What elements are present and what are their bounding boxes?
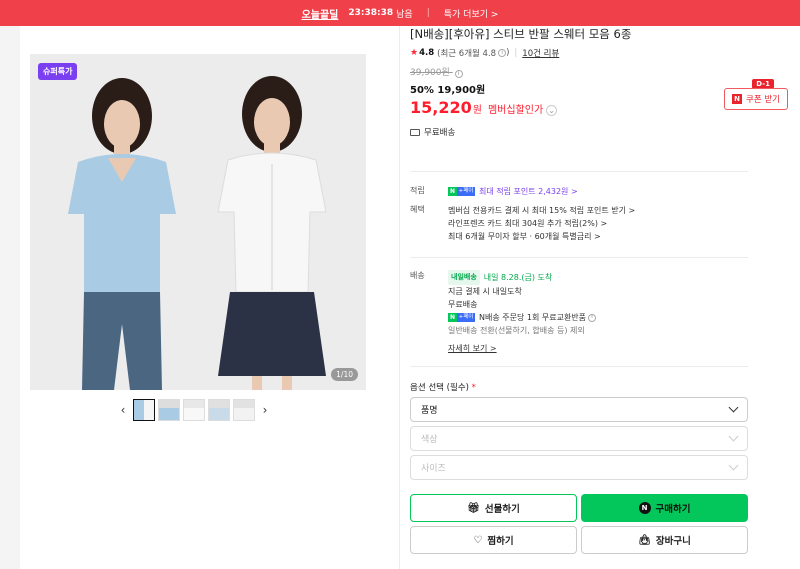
select-product-name[interactable]: 품명	[410, 397, 748, 422]
benefit-section: 적립 N +페이 최대 적립 포인트 2,432원 > 혜택 멤버십 전용카드 결제…	[410, 185, 748, 243]
select-color[interactable]: 색상	[410, 426, 748, 451]
todays-deal-label[interactable]: 오늘끝딜	[302, 6, 339, 21]
benefit-item[interactable]: 멤버십 전용카드 결제 시 최대 15% 적립 포인트 받기 >	[448, 204, 748, 217]
topbar-divider: |	[426, 8, 430, 18]
info-icon[interactable]: i	[454, 70, 463, 78]
promo-topbar: 오늘끝딜 23:38:38 남음 | 특가 더보기 >	[0, 0, 800, 26]
section-divider	[410, 171, 748, 172]
section-divider	[410, 257, 748, 258]
points-row: 적립 N +페이 최대 적립 포인트 2,432원 >	[410, 185, 748, 198]
member-price-label: 멤버십할인가	[487, 105, 544, 116]
tomorrow-delivery-badge: 내일배송	[448, 270, 480, 285]
buy-button-label: 구매하기	[655, 504, 691, 515]
coupon-button[interactable]: N 쿠폰 받기	[724, 88, 788, 110]
tomorrow-arrival: 내일 8.28.(금) 도착	[483, 273, 553, 282]
delivery-section: 배송 내일배송 내일 8.28.(금) 도착 지금 결제 시 내일도착 무료배송 …	[410, 270, 748, 354]
chevron-down-icon	[728, 431, 739, 442]
shopping-bag-icon: 👜︎	[638, 534, 651, 546]
thumbnail-item[interactable]	[133, 399, 155, 421]
product-info: [N배송][후아유] 스티브 반팔 스웨터 모음 6종 ★ 4.8 (최근 6개…	[410, 26, 748, 138]
deal-timer-suffix: 남음	[396, 9, 413, 20]
free-shipping: 무료배송	[410, 126, 748, 138]
image-counter: 1/10	[331, 368, 358, 381]
member-price: 15,220	[410, 98, 472, 117]
gift-button[interactable]: 🎁︎ 선물하기	[410, 494, 577, 522]
thumbnail-item[interactable]	[183, 399, 205, 421]
chevron-down-icon	[728, 402, 739, 413]
thumbnail-item[interactable]	[158, 399, 180, 421]
select-label: 품명	[421, 406, 438, 416]
npay-plus-icon: N +페이	[448, 313, 475, 322]
delivery-detail-link[interactable]: 자세히 보기 >	[448, 343, 497, 354]
benefit-item[interactable]: 라인프렌즈 카드 최대 304원 추가 적립(2%) >	[448, 217, 748, 230]
deal-timer: 23:38:38	[348, 8, 394, 18]
more-deals-link[interactable]: 특가 더보기 >	[444, 7, 499, 20]
member-price-row: 15,220 원 멤버십할인가 ⌄	[410, 98, 748, 117]
info-icon[interactable]: i	[498, 49, 507, 57]
original-price: 39,900원 i	[410, 65, 748, 78]
member-price-currency: 원	[472, 105, 482, 116]
select-label: 색상	[421, 435, 438, 445]
thumbnail-strip: ‹ ›	[116, 399, 272, 421]
gift-icon: 🎁︎	[467, 502, 480, 514]
star-icon: ★	[410, 48, 419, 58]
points-label: 적립	[410, 186, 425, 195]
points-link[interactable]: 최대 적립 포인트 2,432원 >	[479, 185, 578, 198]
chevron-down-icon[interactable]: ⌄	[546, 105, 558, 116]
wishlist-button[interactable]: ♡ 찜하기	[410, 526, 577, 554]
naver-n-icon: N	[638, 502, 651, 514]
benefit-item[interactable]: 최대 6개월 무이자 할부 · 60개월 특별금리 >	[448, 230, 748, 243]
coupon-button-label: 쿠폰 받기	[746, 95, 780, 105]
chevron-left-icon[interactable]: ‹	[116, 403, 130, 417]
truck-icon	[410, 128, 420, 136]
delivery-free: 무료배송	[448, 300, 478, 309]
delivery-exclude-note: 일반배송 전환(선물하기, 합배송 등) 제외	[448, 326, 585, 335]
thumbnail-item[interactable]	[233, 399, 255, 421]
cart-button-label: 장바구니	[655, 536, 691, 547]
rating-recent-close: )	[506, 48, 510, 58]
npay-plus-icon: N +페이	[448, 187, 475, 196]
chevron-right-icon[interactable]: ›	[258, 403, 272, 417]
naver-n-icon: N	[732, 94, 742, 104]
rating-score: 4.8	[419, 48, 435, 58]
option-label: 옵션 선택 (필수) *	[410, 381, 476, 393]
select-size[interactable]: 사이즈	[410, 455, 748, 480]
benefits-label: 혜택	[410, 205, 425, 214]
wishlist-button-label: 찜하기	[487, 536, 514, 547]
section-divider	[410, 366, 748, 367]
heart-icon: ♡	[473, 534, 483, 546]
review-link[interactable]: 10건 리뷰	[522, 47, 559, 59]
delivery-label: 배송	[410, 271, 425, 280]
option-label-text: 옵션 선택 (필수)	[410, 383, 469, 393]
product-main-image[interactable]: 슈퍼특가 1/10	[30, 54, 366, 390]
pay-now-note: 지금 결제 시 내일도착	[448, 287, 522, 296]
rating-recent: (최근 6개월 4.8	[437, 49, 497, 59]
product-photo	[30, 54, 366, 390]
rating-divider: |	[514, 48, 518, 58]
original-price-value: 39,900원	[410, 68, 450, 78]
free-return-note: N배송 주문당 1회 무료교환반품	[479, 313, 587, 322]
thumbnail-item[interactable]	[208, 399, 230, 421]
cart-button[interactable]: 👜︎ 장바구니	[581, 526, 748, 554]
benefits-row: 혜택 멤버십 전용카드 결제 시 최대 15% 적립 포인트 받기 > 라인프렌…	[410, 204, 748, 243]
product-title: [N배송][후아유] 스티브 반팔 스웨터 모음 6종	[410, 27, 632, 41]
super-deal-badge: 슈퍼특가	[38, 63, 78, 80]
info-icon[interactable]: i	[588, 313, 597, 322]
sale-price: 50% 19,900원	[410, 85, 486, 96]
free-shipping-label: 무료배송	[424, 128, 456, 138]
select-label: 사이즈	[421, 464, 446, 474]
gift-button-label: 선물하기	[484, 504, 520, 515]
chevron-down-icon	[728, 460, 739, 471]
column-divider	[399, 26, 400, 569]
buy-button[interactable]: N 구매하기	[581, 494, 748, 522]
rating-row: ★ 4.8 (최근 6개월 4.8 i) | 10건 리뷰	[410, 47, 748, 59]
required-mark: *	[471, 383, 476, 393]
